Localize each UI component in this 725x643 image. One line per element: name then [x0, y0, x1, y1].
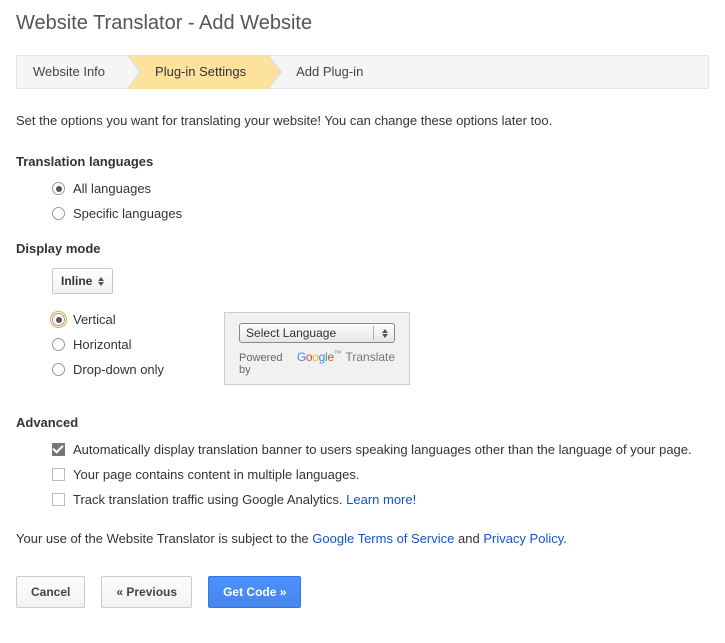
learn-more-link[interactable]: Learn more! [346, 492, 416, 507]
translate-widget-preview: Select Language Powered by Google™ Trans… [224, 312, 410, 385]
section-display-mode: Display mode [16, 241, 709, 256]
label-track-analytics: Track translation traffic using Google A… [73, 492, 343, 507]
label-multiple-languages: Your page contains content in multiple l… [73, 467, 359, 482]
section-advanced: Advanced [16, 415, 709, 430]
label-horizontal: Horizontal [73, 337, 132, 352]
radio-dropdown-only[interactable] [52, 363, 65, 376]
footer-note: Your use of the Website Translator is su… [16, 531, 709, 546]
label-auto-banner: Automatically display translation banner… [73, 442, 692, 457]
radio-all-languages[interactable] [52, 182, 65, 195]
checkbox-auto-banner[interactable] [52, 443, 65, 456]
label-vertical: Vertical [73, 312, 116, 327]
label-dropdown-only: Drop-down only [73, 362, 164, 377]
display-mode-select[interactable]: Inline [52, 268, 113, 294]
page-title: Website Translator - Add Website [16, 12, 709, 35]
sort-icon [382, 329, 388, 338]
preview-language-select[interactable]: Select Language [239, 323, 395, 343]
cancel-button[interactable]: Cancel [16, 576, 85, 608]
label-specific-languages: Specific languages [73, 206, 182, 221]
step-website-info[interactable]: Website Info [17, 55, 127, 89]
button-bar: Cancel « Previous Get Code » [16, 576, 709, 608]
previous-button[interactable]: « Previous [101, 576, 192, 608]
radio-vertical[interactable] [52, 313, 65, 326]
checkbox-multiple-languages[interactable] [52, 468, 65, 481]
stepper: Website Info Plug-in Settings Add Plug-i… [16, 55, 709, 89]
section-translation-languages: Translation languages [16, 154, 709, 169]
step-add-plugin[interactable]: Add Plug-in [268, 55, 385, 89]
checkbox-track-analytics[interactable] [52, 493, 65, 506]
powered-by-line: Powered by Google™ Translate [239, 349, 395, 376]
preview-select-label: Select Language [246, 326, 336, 340]
get-code-button[interactable]: Get Code » [208, 576, 301, 608]
footer-prefix: Your use of the Website Translator is su… [16, 531, 312, 546]
privacy-link[interactable]: Privacy Policy [483, 531, 563, 546]
radio-specific-languages[interactable] [52, 207, 65, 220]
footer-period: . [563, 531, 567, 546]
radio-horizontal[interactable] [52, 338, 65, 351]
footer-and: and [454, 531, 483, 546]
intro-text: Set the options you want for translating… [16, 113, 709, 128]
display-mode-value: Inline [61, 274, 92, 288]
google-logo: Google™ [297, 349, 342, 364]
translate-word: Translate [345, 350, 395, 364]
step-plugin-settings[interactable]: Plug-in Settings [127, 55, 268, 89]
label-all-languages: All languages [73, 181, 151, 196]
tos-link[interactable]: Google Terms of Service [312, 531, 454, 546]
powered-by-text: Powered by [239, 352, 293, 376]
sort-icon [98, 277, 104, 286]
